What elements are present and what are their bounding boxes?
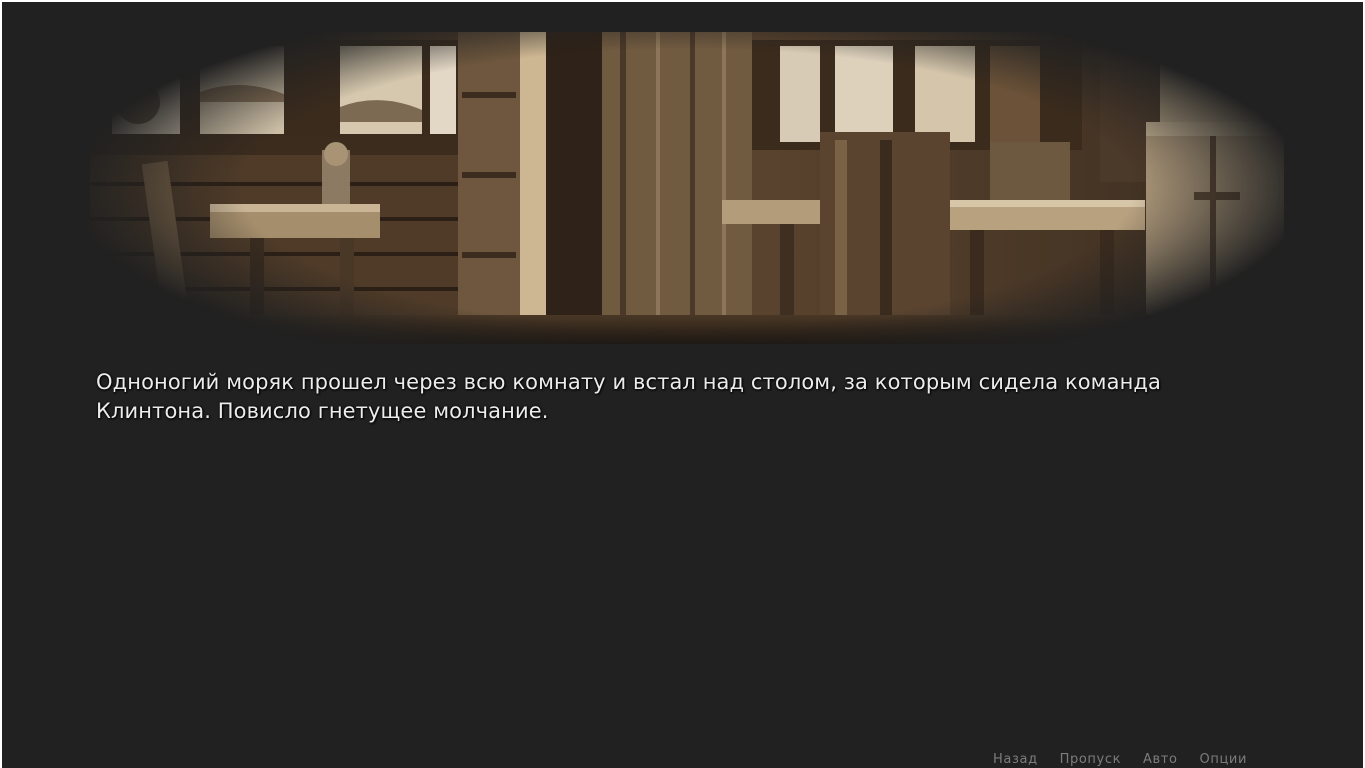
auto-button[interactable]: Авто	[1143, 752, 1177, 767]
quick-menu: Назад Пропуск Авто Опции	[993, 750, 1247, 768]
skip-button[interactable]: Пропуск	[1060, 752, 1121, 767]
dialogue-text: Одноногий моряк прошел через всю комнату…	[96, 370, 1162, 423]
options-button[interactable]: Опции	[1200, 752, 1247, 767]
right-cabinet	[1146, 42, 1284, 344]
scene-background-image	[90, 32, 1284, 344]
center-wooden-wall	[458, 32, 752, 344]
game-window: Одноногий моряк прошел через всю комнату…	[2, 2, 1363, 768]
back-button[interactable]: Назад	[993, 752, 1038, 767]
left-window	[90, 40, 460, 155]
